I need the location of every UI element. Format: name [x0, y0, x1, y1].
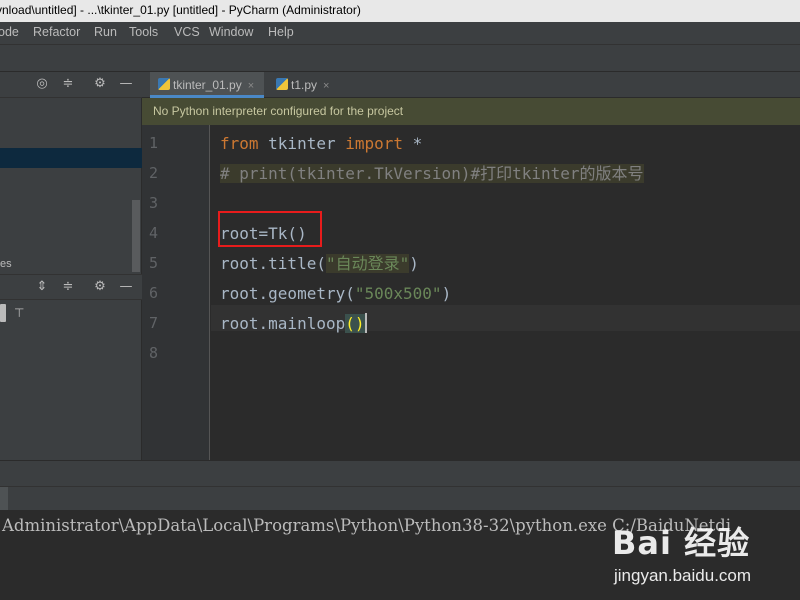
scrollbar-thumb[interactable] [132, 200, 140, 272]
close-icon[interactable]: × [248, 80, 254, 92]
code-line-5: root.title("自动登录") [220, 253, 419, 275]
navigation-toolbar [0, 44, 800, 72]
project-panel-header: ◎ ≑ ⚙ — [0, 72, 142, 98]
code-line-2: # print(tkinter.TkVersion)#打印tkinter的版本号 [220, 163, 644, 185]
code-token: ) [441, 284, 452, 303]
selected-tree-row[interactable] [0, 148, 142, 168]
line-number: 6 [148, 284, 158, 302]
watermark-url: jingyan.baidu.com [614, 566, 752, 585]
line-number: 3 [148, 194, 158, 212]
code-token: root.geometry( [220, 284, 355, 303]
line-number: 4 [148, 224, 158, 242]
structure-panel-header: ⇕ ≑ ⚙ — [0, 274, 142, 300]
line-number-gutter: 1 2 3 4 5 6 7 8 [142, 125, 210, 460]
tab-label: t1.py [291, 78, 318, 92]
sort-toggle[interactable] [0, 304, 6, 322]
editor-tabs: tkinter_01.py × t1.py × [142, 72, 800, 98]
menu-bar: ode Refactor Run Tools VCS Window Help [0, 22, 800, 44]
line-number: 1 [148, 134, 158, 152]
keyword: import [345, 134, 404, 153]
menu-code[interactable]: ode [0, 25, 19, 39]
tab-label: tkinter_01.py [173, 78, 242, 92]
minimize-icon[interactable]: — [118, 76, 134, 92]
title-bar: vnload\untitled] - ...\tkinter_01.py [un… [0, 0, 800, 22]
run-panel-header [0, 486, 800, 511]
code-token: root.mainloop [220, 314, 346, 333]
keyword: from [220, 134, 259, 153]
tab-t1[interactable]: t1.py × [268, 72, 344, 98]
project-panel: ◎ ≑ ⚙ — es ⇕ ≑ ⚙ — ⊤ [0, 72, 142, 462]
minimize-icon[interactable]: — [118, 279, 134, 295]
menu-help[interactable]: Help [268, 25, 294, 39]
text-caret [364, 313, 367, 333]
pin-icon[interactable]: ⊤ [14, 306, 28, 320]
string-literal: "自动登录" [325, 254, 410, 273]
code-line-1: from tkinter import * [220, 133, 422, 155]
expand-icon[interactable]: ⇕ [34, 279, 50, 295]
menu-tools[interactable]: Tools [129, 25, 158, 39]
gear-icon[interactable]: ⚙ [92, 279, 108, 295]
code-token: root.title( [220, 254, 326, 273]
banner-text: No Python interpreter configured for the… [153, 104, 404, 118]
menu-window[interactable]: Window [209, 25, 253, 39]
code-token: * [403, 134, 423, 153]
menu-vcs[interactable]: VCS [174, 25, 200, 39]
matched-parens: () [345, 314, 365, 333]
run-panel-tab[interactable] [0, 487, 8, 511]
code-line-7: root.mainloop() [220, 313, 367, 335]
baidu-jingyan-watermark: Bai 经验 jingyan.baidu.com [612, 518, 800, 598]
line-number: 8 [148, 344, 158, 362]
line-number: 2 [148, 164, 158, 182]
code-token: tkinter [258, 134, 346, 153]
target-icon[interactable]: ◎ [34, 76, 50, 92]
panel-item-label[interactable]: es [0, 258, 12, 270]
close-icon[interactable]: × [323, 80, 329, 92]
tab-tkinter-01[interactable]: tkinter_01.py × [150, 72, 264, 98]
comment: # print(tkinter.TkVersion)#打印tkinter的版本号 [220, 164, 644, 183]
bottom-toolbar [0, 460, 800, 486]
collapse-icon[interactable]: ≑ [60, 279, 76, 295]
line-number: 5 [148, 254, 158, 272]
string-literal: "500x500" [354, 284, 442, 303]
annotation-highlight-box [218, 211, 322, 247]
window-title: vnload\untitled] - ...\tkinter_01.py [un… [0, 3, 361, 17]
python-file-icon [276, 78, 288, 90]
gear-icon[interactable]: ⚙ [92, 76, 108, 92]
line-number: 7 [148, 314, 158, 332]
code-editor[interactable]: 1 2 3 4 5 6 7 8 from tkinter import * # … [142, 125, 800, 460]
python-file-icon [158, 78, 170, 90]
menu-run[interactable]: Run [94, 25, 117, 39]
collapse-icon[interactable]: ≑ [60, 76, 76, 92]
menu-refactor[interactable]: Refactor [33, 25, 80, 39]
code-token: ) [409, 254, 419, 273]
watermark-logo: Bai 经验 [612, 524, 751, 562]
interpreter-warning-banner: No Python interpreter configured for the… [142, 98, 800, 125]
code-line-6: root.geometry("500x500") [220, 283, 451, 305]
